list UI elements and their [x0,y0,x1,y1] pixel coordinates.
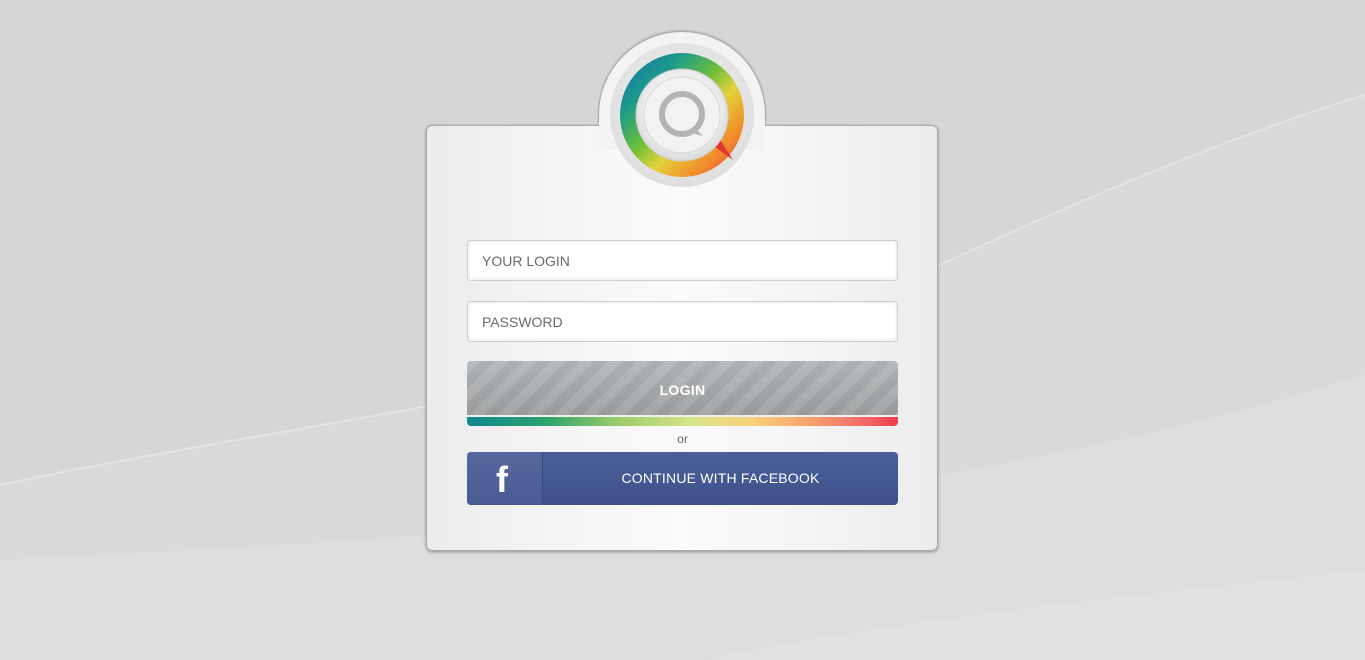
separator-text: or [677,432,688,446]
login-input[interactable] [467,240,898,281]
facebook-icon: f [496,459,508,500]
app-logo-icon [610,43,754,187]
login-button-rainbow-bar [467,415,898,426]
facebook-button-label: CONTINUE WITH FACEBOOK [621,470,820,486]
password-input[interactable] [467,301,898,342]
facebook-login-button[interactable]: f CONTINUE WITH FACEBOOK [467,452,898,505]
login-button[interactable]: LOGIN [467,361,898,415]
facebook-icon-box: f [467,452,543,505]
